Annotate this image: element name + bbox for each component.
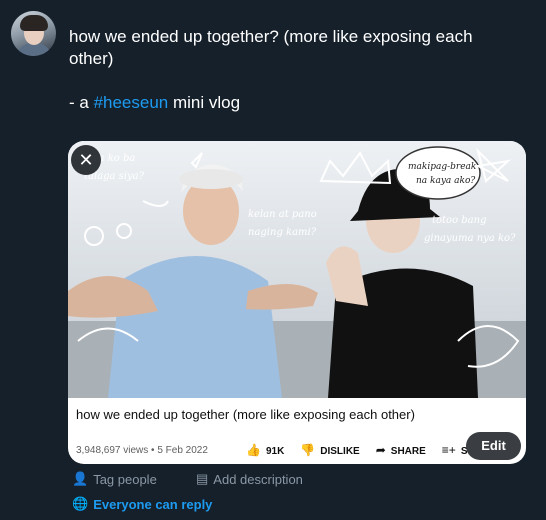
reply-settings-label: Everyone can reply [93, 496, 213, 512]
overlay-text-6: na kaya ako? [416, 176, 475, 186]
like-count: 91K [265, 446, 285, 457]
hashtag-link[interactable]: #heeseun [94, 93, 169, 112]
share-icon: ➦ [375, 443, 386, 457]
tag-people-label: Tag people [93, 471, 157, 487]
overlay-text-7: totoo bang [432, 215, 486, 226]
tag-people-button[interactable]: 👤 Tag people [72, 471, 157, 487]
tweet-suffix: mini vlog [168, 93, 241, 112]
avatar-hair [20, 15, 48, 31]
thumbs-up-icon: 👍 [246, 443, 261, 457]
overlay-text-3: kelan at pano [248, 209, 317, 220]
like-button: 👍 91K [246, 443, 284, 457]
tweet-prefix: - a [69, 93, 94, 112]
edit-media-button[interactable]: Edit [466, 432, 521, 460]
share-label: SHARE [390, 446, 426, 457]
remove-media-button[interactable]: ✕ [71, 145, 101, 175]
reply-settings-button[interactable]: 🌐 Everyone can reply [72, 496, 212, 512]
share-button: ➦ SHARE [376, 443, 426, 457]
tweet-line-2: other) [69, 49, 114, 68]
add-description-label: Add description [213, 471, 303, 487]
playlist-add-icon: ≡+ [441, 443, 456, 457]
video-views: 3,948,697 views • 5 Feb 2022 [76, 445, 208, 456]
add-description-button[interactable]: ▤ Add description [196, 471, 303, 487]
save-button: ≡+ S [442, 443, 468, 457]
description-icon: ▤ [196, 471, 209, 486]
dislike-button: 👎 DISLIKE [300, 443, 359, 457]
overlay-text-8: ginayuma nya ko? [424, 233, 516, 244]
tweet-line-1: how we ended up together? (more like exp… [69, 27, 473, 46]
video-title: how we ended up together (more like expo… [76, 407, 415, 422]
media-attachment: wa ko ba talaga siya? kelan at pano nagi… [68, 141, 526, 464]
close-icon: ✕ [78, 150, 94, 170]
video-thumbnail: wa ko ba talaga siya? kelan at pano nagi… [68, 141, 526, 398]
avatar[interactable] [11, 11, 56, 56]
overlay-text-5: makipag-break [408, 162, 476, 172]
thumbs-down-icon: 👎 [300, 443, 316, 457]
person-icon: 👤 [72, 471, 89, 486]
video-action-bar: 👍 91K 👎 DISLIKE ➦ SHARE ≡+ S [246, 443, 467, 457]
dislike-label: DISLIKE [320, 446, 360, 457]
globe-icon: 🌐 [72, 496, 89, 511]
overlay-text-4: naging kami? [248, 227, 317, 238]
tweet-compose-text[interactable]: how we ended up together? (more like exp… [69, 26, 529, 114]
